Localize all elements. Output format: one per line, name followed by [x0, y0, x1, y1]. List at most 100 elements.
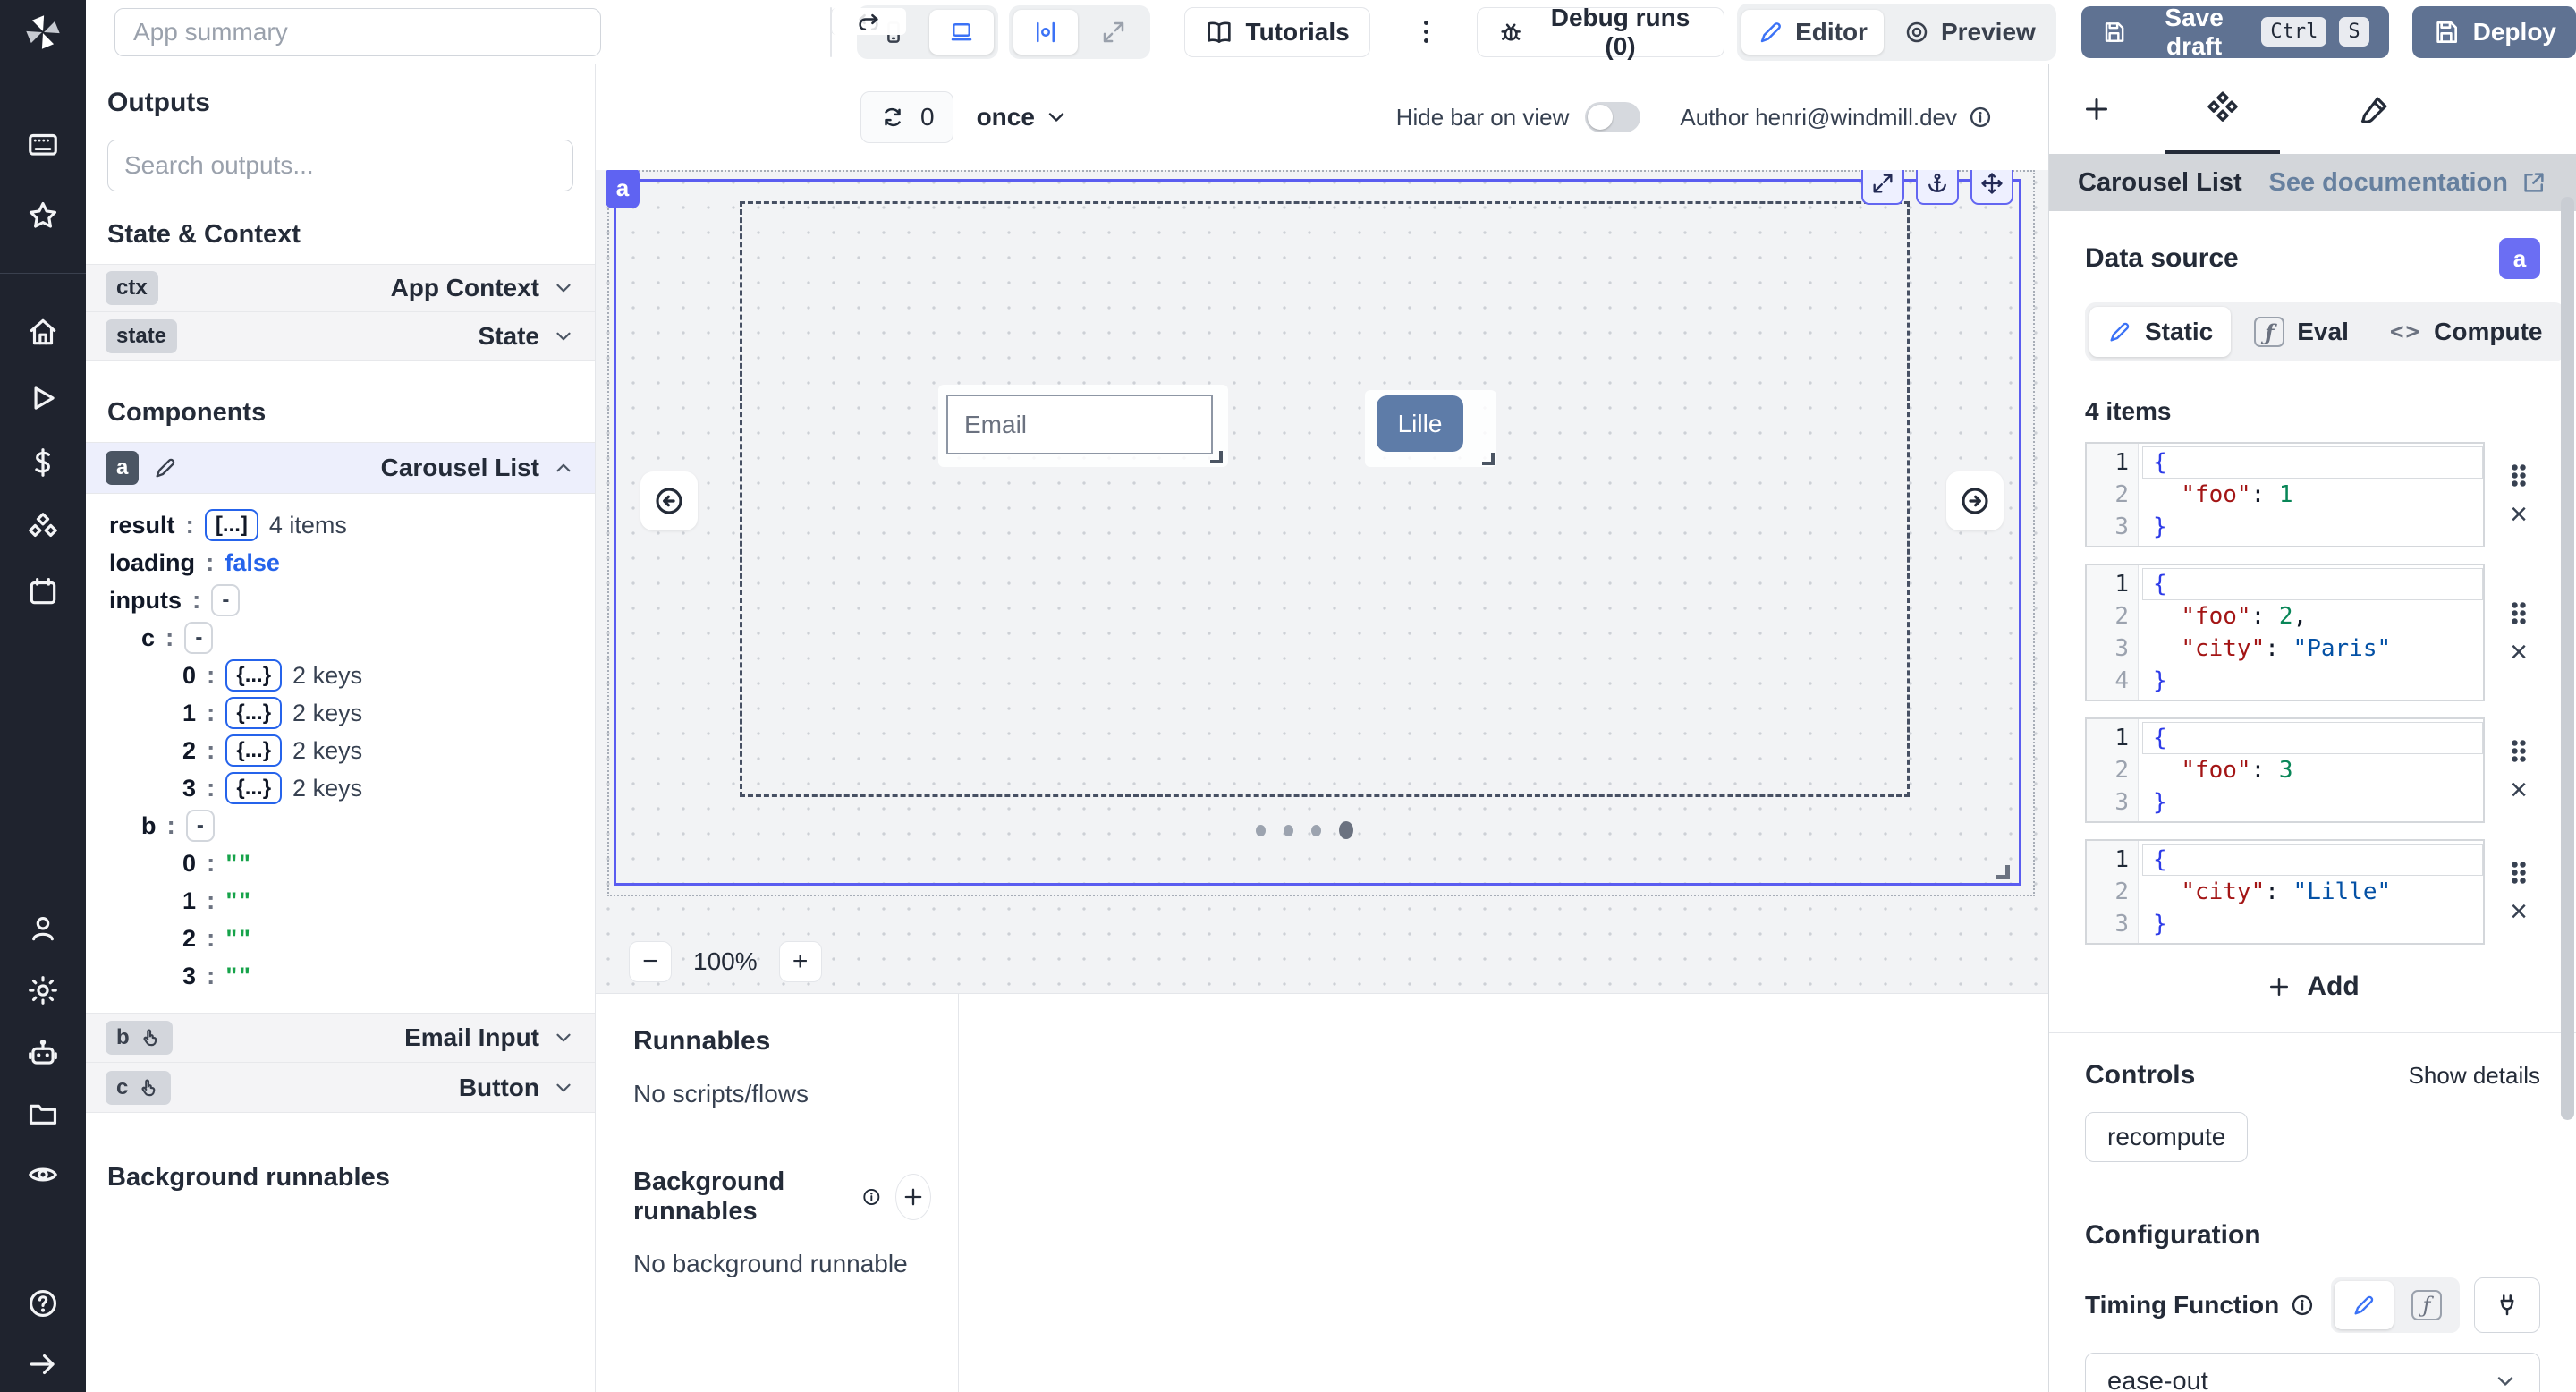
- compute-mode-button[interactable]: <> Compute: [2372, 307, 2561, 357]
- delete-item-icon[interactable]: ×: [2510, 899, 2528, 924]
- schedules-calendar-icon[interactable]: [26, 574, 60, 608]
- chevron-down-icon[interactable]: [552, 1026, 575, 1049]
- drag-handle-icon[interactable]: [2511, 463, 2527, 488]
- component-resize-handle[interactable]: [1996, 865, 2010, 879]
- refresh-counter-button[interactable]: 0: [860, 91, 953, 143]
- runs-play-icon[interactable]: [26, 381, 60, 415]
- zoom-in-button[interactable]: +: [779, 941, 822, 982]
- button-cell[interactable]: Lille: [1365, 390, 1496, 467]
- workers-robot-icon[interactable]: [26, 1036, 60, 1070]
- carousel-pagination-dots[interactable]: [1256, 821, 1399, 839]
- edit-id-pencil-icon[interactable]: [153, 455, 178, 480]
- tree-row[interactable]: 0:{...}2 keys: [109, 657, 595, 694]
- add-background-runnable-button[interactable]: [895, 1174, 931, 1220]
- tree-row[interactable]: inputs:-: [109, 581, 595, 619]
- carousel-component-selection[interactable]: a Lille: [614, 179, 2021, 886]
- delete-item-icon[interactable]: ×: [2510, 502, 2528, 527]
- preview-tab[interactable]: Preview: [1887, 10, 2052, 55]
- hide-bar-toggle[interactable]: [1585, 102, 1640, 132]
- info-icon[interactable]: [1968, 105, 1993, 130]
- email-input-cell[interactable]: [938, 385, 1228, 467]
- redo-button[interactable]: [831, 8, 832, 35]
- variables-dollar-icon[interactable]: [26, 446, 60, 480]
- debug-runs-button[interactable]: Debug runs (0): [1477, 7, 1724, 57]
- star-icon[interactable]: [26, 199, 60, 233]
- collapse-badge[interactable]: -: [184, 622, 213, 654]
- static-pencil-button[interactable]: [2334, 1281, 2394, 1329]
- styling-tab[interactable]: [2318, 64, 2432, 154]
- resize-handle[interactable]: [1482, 453, 1495, 465]
- drag-handle-icon[interactable]: [2511, 739, 2527, 763]
- save-draft-button[interactable]: Save draft Ctrl S: [2081, 6, 2389, 58]
- anchor-component-button[interactable]: [1916, 170, 1959, 205]
- component-id-label[interactable]: a: [606, 170, 640, 208]
- tree-row[interactable]: 2:{...}2 keys: [109, 732, 595, 769]
- object-badge[interactable]: {...}: [225, 697, 282, 729]
- expand-component-button[interactable]: [1861, 170, 1904, 205]
- frequency-dropdown[interactable]: once: [977, 103, 1069, 132]
- tree-row[interactable]: 3:{...}2 keys: [109, 769, 595, 807]
- lille-button[interactable]: Lille: [1377, 395, 1463, 452]
- editor-tab[interactable]: Editor: [1741, 10, 1884, 55]
- json-editor[interactable]: 123 { "city": "Lille" }: [2085, 839, 2485, 945]
- chevron-down-icon[interactable]: [552, 325, 575, 348]
- chevron-down-icon[interactable]: [552, 1076, 575, 1099]
- component-id-badge[interactable]: a: [2499, 238, 2540, 279]
- component-b-row[interactable]: b Email Input: [86, 1013, 595, 1063]
- object-badge[interactable]: {...}: [225, 772, 282, 804]
- connect-plug-button[interactable]: [2474, 1277, 2540, 1333]
- apps-icon[interactable]: [26, 127, 60, 161]
- static-mode-button[interactable]: Static: [2089, 307, 2231, 357]
- home-icon[interactable]: [26, 315, 60, 349]
- deploy-button[interactable]: Deploy: [2412, 6, 2576, 58]
- desktop-view-button[interactable]: [929, 10, 994, 55]
- settings-gear-icon[interactable]: [26, 973, 60, 1007]
- ctx-row[interactable]: ctx App Context: [86, 264, 595, 312]
- drag-handle-icon[interactable]: [2511, 601, 2527, 625]
- user-icon[interactable]: [26, 911, 60, 945]
- object-badge[interactable]: {...}: [225, 659, 282, 692]
- carousel-container[interactable]: [740, 201, 1910, 797]
- delete-item-icon[interactable]: ×: [2510, 777, 2528, 802]
- app-summary-input[interactable]: [114, 8, 601, 56]
- add-item-button[interactable]: Add: [2266, 972, 2359, 1002]
- app-canvas[interactable]: a Lille −: [596, 170, 2048, 993]
- tree-row[interactable]: 1:{...}2 keys: [109, 694, 595, 732]
- tutorials-button[interactable]: Tutorials: [1184, 7, 1370, 57]
- collapse-badge[interactable]: -: [211, 584, 240, 616]
- array-badge[interactable]: [...]: [205, 509, 258, 541]
- tree-row[interactable]: 0:"": [109, 845, 595, 882]
- zoom-out-button[interactable]: −: [629, 941, 672, 982]
- see-documentation-link[interactable]: See documentation: [2269, 168, 2548, 198]
- component-c-row[interactable]: c Button: [86, 1063, 595, 1113]
- delete-item-icon[interactable]: ×: [2510, 640, 2528, 665]
- info-icon[interactable]: [861, 1184, 882, 1210]
- carousel-prev-button[interactable]: [640, 471, 698, 530]
- help-icon[interactable]: [26, 1286, 60, 1320]
- fullwidth-button[interactable]: [1081, 10, 1146, 55]
- tree-row[interactable]: 3:"": [109, 957, 595, 995]
- resize-handle[interactable]: [1210, 451, 1223, 463]
- object-badge[interactable]: {...}: [225, 734, 282, 767]
- tree-row[interactable]: 1:"": [109, 882, 595, 920]
- move-component-button[interactable]: [1970, 170, 2013, 205]
- tree-row[interactable]: c:-: [109, 619, 595, 657]
- tree-row[interactable]: b:-: [109, 807, 595, 845]
- eval-function-button[interactable]: ƒ: [2397, 1281, 2456, 1329]
- json-editor[interactable]: 123 { "foo": 3 }: [2085, 717, 2485, 823]
- component-a-row[interactable]: a Carousel List: [86, 442, 595, 494]
- audit-eye-icon[interactable]: [26, 1158, 60, 1192]
- eval-mode-button[interactable]: ƒ Eval: [2236, 307, 2367, 357]
- chevron-up-icon[interactable]: [552, 456, 575, 480]
- email-input[interactable]: [946, 395, 1213, 454]
- settings-tab[interactable]: [2165, 64, 2280, 154]
- insert-component-tab[interactable]: [2065, 64, 2128, 154]
- info-icon[interactable]: [2290, 1293, 2315, 1318]
- chevron-down-icon[interactable]: [552, 276, 575, 300]
- show-details-link[interactable]: Show details: [2409, 1062, 2540, 1090]
- tree-row[interactable]: 2:"": [109, 920, 595, 957]
- center-align-button[interactable]: [1013, 10, 1078, 55]
- state-row[interactable]: state State: [86, 312, 595, 361]
- recompute-button[interactable]: recompute: [2085, 1112, 2248, 1162]
- resources-blocks-icon[interactable]: [26, 510, 60, 544]
